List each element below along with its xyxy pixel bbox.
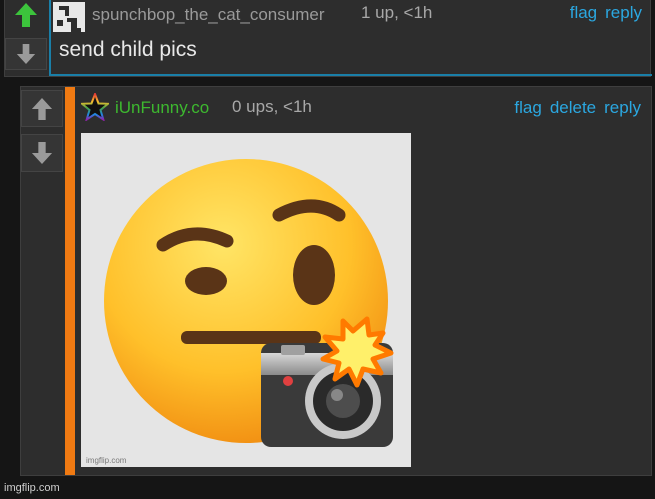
comment-focus-border-bottom: [49, 74, 652, 76]
reply-link[interactable]: reply: [604, 98, 641, 117]
flag-link[interactable]: flag: [570, 3, 597, 22]
suspicious-face-camera-icon: [104, 159, 394, 447]
arrow-down-icon: [16, 44, 36, 64]
comment-actions: flag delete reply: [506, 98, 641, 118]
flag-link[interactable]: flag: [514, 98, 541, 117]
arrow-up-icon: [15, 3, 37, 27]
delete-link[interactable]: delete: [550, 98, 596, 117]
arrow-down-icon: [31, 142, 53, 164]
user-avatar-icon: [53, 2, 85, 32]
downvote-button[interactable]: [5, 38, 47, 70]
parent-comment: spunchbop_the_cat_consumer 1 up, <1h fla…: [4, 0, 652, 77]
upvote-button[interactable]: [21, 90, 63, 127]
comment-text: send child pics: [59, 38, 197, 61]
comment-focus-border: [49, 0, 51, 76]
comment-meta: 0 ups, <1h: [232, 97, 312, 116]
comment-actions: flag reply: [562, 3, 642, 23]
comment-username[interactable]: spunchbop_the_cat_consumer: [92, 5, 325, 25]
comment-meta: 1 up, <1h: [361, 3, 433, 22]
star-avatar-icon: [81, 93, 109, 121]
meme-watermark: imgflip.com: [86, 456, 127, 465]
meme-image[interactable]: imgflip.com: [81, 133, 411, 467]
reply-comment: iUnFunny.co 0 ups, <1h flag delete reply: [20, 86, 652, 476]
reply-indicator-bar: [65, 87, 75, 475]
imgflip-watermark: imgflip.com: [4, 482, 60, 494]
upvote-button[interactable]: [5, 0, 47, 31]
reply-link[interactable]: reply: [605, 3, 642, 22]
downvote-button[interactable]: [21, 134, 63, 172]
comment-username[interactable]: iUnFunny.co: [115, 98, 209, 118]
arrow-up-icon: [31, 97, 53, 120]
